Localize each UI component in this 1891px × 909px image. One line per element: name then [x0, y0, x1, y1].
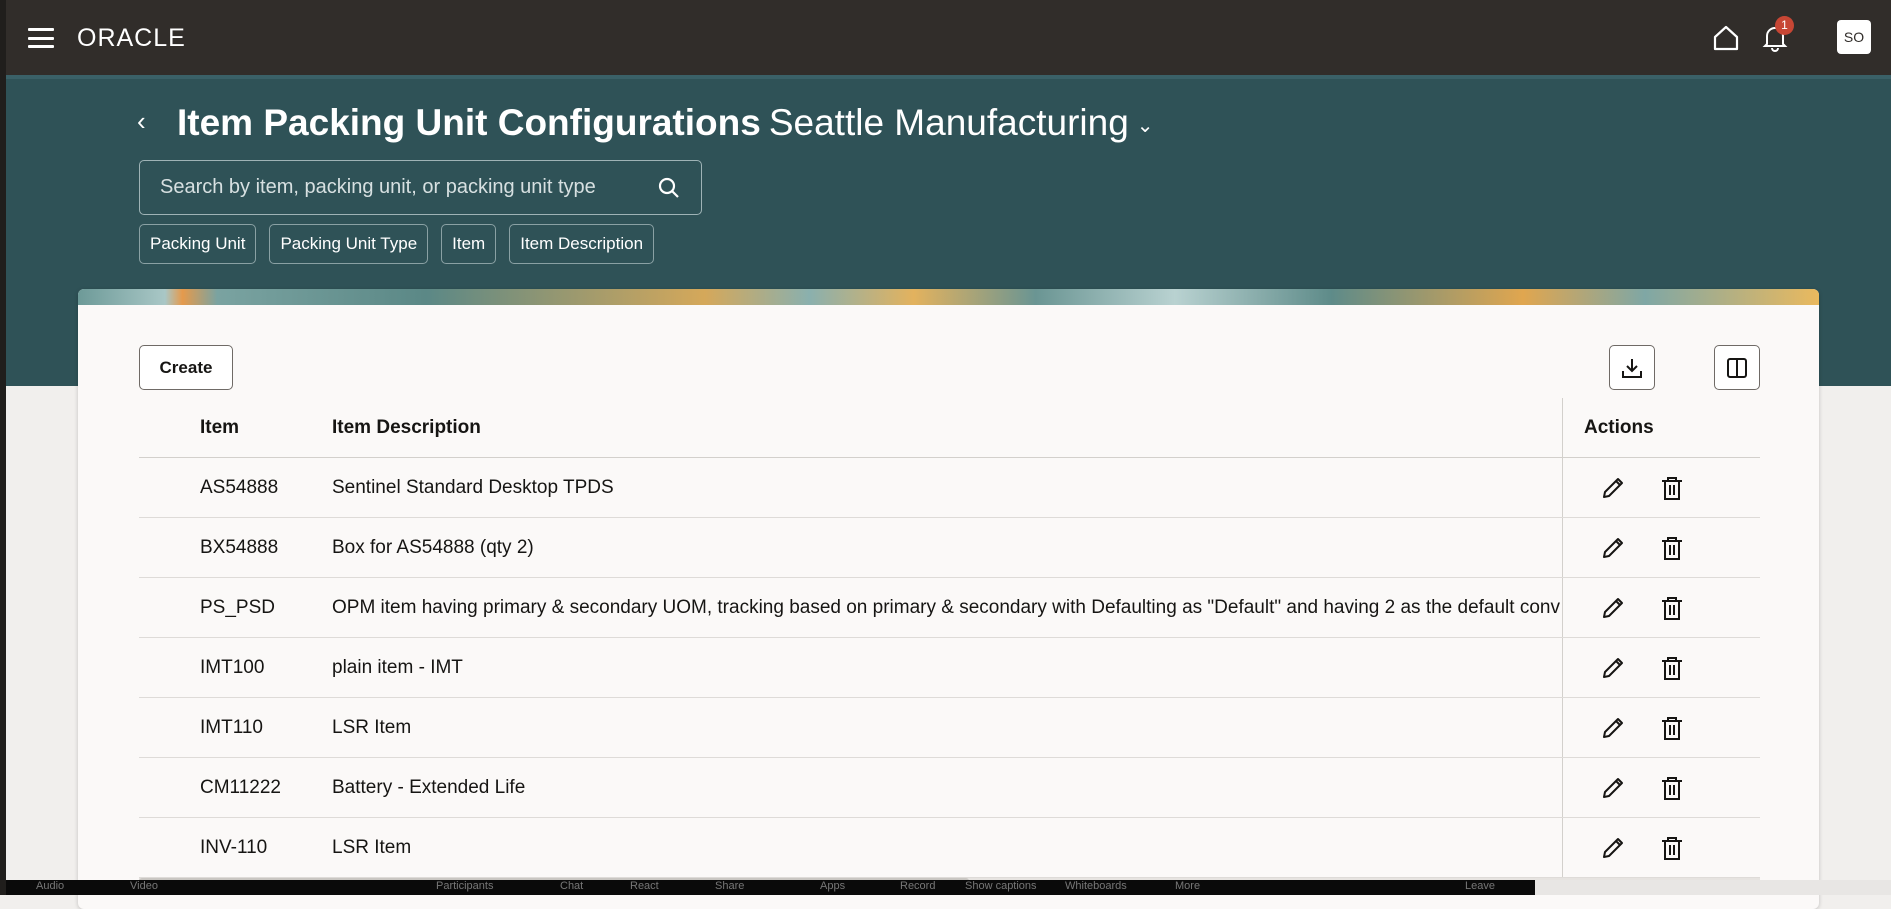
meeting-toolbar: Audio Video Participants Chat React Share Apps… — [0, 880, 1535, 895]
item-cell: PS_PSD — [200, 597, 275, 618]
description-cell: Box for AS54888 (qty 2) — [332, 537, 534, 558]
page-title-text: Item Packing Unit Configurations — [177, 102, 761, 143]
oracle-logo[interactable]: ORACLE — [77, 24, 186, 53]
meeting-toolbar-item[interactable]: React — [630, 880, 659, 892]
meeting-toolbar-item[interactable]: Leave — [1465, 880, 1495, 892]
filter-chip-packing-unit[interactable]: Packing Unit — [139, 224, 257, 264]
columns-icon — [1727, 357, 1747, 378]
table-row[interactable]: CM11222 Battery - Extended Life — [139, 758, 1760, 818]
actions-cell — [1562, 518, 1760, 577]
edit-icon[interactable] — [1599, 834, 1627, 868]
items-table: Item Item Description Actions AS54888 Sen… — [139, 398, 1760, 878]
description-cell: plain item - IMT — [332, 657, 463, 678]
filter-chips: Packing Unit Packing Unit Type Item Item… — [139, 224, 655, 264]
table-row[interactable]: AS54888 Sentinel Standard Desktop TPDS — [139, 458, 1760, 518]
notification-badge: 1 — [1775, 16, 1794, 35]
table-header-row: Item Item Description Actions — [139, 398, 1760, 458]
edit-icon[interactable] — [1599, 534, 1627, 568]
item-cell: CM11222 — [200, 777, 281, 798]
delete-icon[interactable] — [1658, 534, 1686, 568]
window-edge — [0, 0, 6, 895]
menu-icon[interactable] — [28, 28, 54, 48]
item-cell: BX54888 — [200, 537, 279, 558]
meeting-toolbar-item[interactable]: Video — [130, 880, 158, 892]
delete-icon[interactable] — [1658, 594, 1686, 628]
chevron-down-icon[interactable]: ⌄ — [1137, 115, 1154, 137]
meeting-toolbar-item[interactable]: More — [1175, 880, 1200, 892]
item-cell: AS54888 — [200, 477, 279, 498]
edit-icon[interactable] — [1599, 774, 1627, 808]
edit-icon[interactable] — [1599, 654, 1627, 688]
table-row[interactable]: INV-110 LSR Item — [139, 818, 1760, 878]
results-card: Create Item Item Description Actions AS5… — [78, 289, 1819, 909]
column-header-actions: Actions — [1584, 417, 1654, 438]
delete-icon[interactable] — [1658, 774, 1686, 808]
filter-chip-item-description[interactable]: Item Description — [509, 224, 655, 264]
actions-cell — [1562, 758, 1760, 817]
meeting-toolbar-item[interactable]: Audio — [36, 880, 64, 892]
delete-icon[interactable] — [1658, 834, 1686, 868]
back-icon[interactable]: ‹ — [137, 106, 146, 137]
table-row[interactable]: IMT100 plain item - IMT — [139, 638, 1760, 698]
actions-cell — [1562, 458, 1760, 517]
user-avatar[interactable]: SO — [1837, 20, 1871, 54]
table-row[interactable]: BX54888 Box for AS54888 (qty 2) — [139, 518, 1760, 578]
create-button[interactable]: Create — [139, 345, 233, 390]
delete-icon[interactable] — [1658, 474, 1686, 508]
table-row[interactable]: PS_PSD OPM item having primary & secondar… — [139, 578, 1760, 638]
meeting-toolbar-item[interactable]: Whiteboards — [1065, 880, 1127, 892]
global-header: ORACLE 1 SO — [0, 0, 1891, 75]
download-icon — [1622, 358, 1642, 378]
page-title: Item Packing Unit Configurations Seattle … — [177, 102, 1154, 144]
description-cell: Battery - Extended Life — [332, 777, 526, 798]
description-cell: LSR Item — [332, 717, 412, 738]
meeting-toolbar-item[interactable]: Participants — [436, 880, 493, 892]
table-row[interactable]: IMT110 LSR Item — [139, 698, 1760, 758]
column-header-description[interactable]: Item Description — [332, 398, 1560, 458]
description-cell: Sentinel Standard Desktop TPDS — [332, 477, 614, 498]
search-field[interactable] — [139, 160, 702, 215]
filter-chip-packing-unit-type[interactable]: Packing Unit Type — [269, 224, 429, 264]
actions-cell — [1562, 578, 1760, 637]
description-cell: OPM item having primary & secondary UOM,… — [332, 597, 1560, 618]
meeting-toolbar-item[interactable]: Chat — [560, 880, 583, 892]
meeting-toolbar-item[interactable]: Share — [715, 880, 744, 892]
delete-icon[interactable] — [1658, 654, 1686, 688]
description-cell: LSR Item — [332, 837, 412, 858]
item-cell: IMT100 — [200, 657, 265, 678]
actions-cell — [1562, 698, 1760, 757]
meeting-toolbar-item[interactable]: Show captions — [965, 880, 1037, 892]
actions-cell — [1562, 638, 1760, 697]
meeting-toolbar-item[interactable]: Record — [900, 880, 935, 892]
background-area — [1535, 880, 1891, 895]
delete-icon[interactable] — [1658, 714, 1686, 748]
home-icon[interactable] — [1712, 24, 1740, 52]
column-header-item[interactable]: Item — [200, 398, 239, 458]
edit-icon[interactable] — [1599, 714, 1627, 748]
edit-icon[interactable] — [1599, 594, 1627, 628]
filter-chip-item[interactable]: Item — [441, 224, 497, 264]
decorative-banner — [78, 289, 1819, 305]
search-input[interactable] — [160, 176, 657, 199]
context-selector[interactable]: Seattle Manufacturing — [769, 102, 1129, 143]
item-cell: INV-110 — [200, 837, 268, 858]
search-icon[interactable] — [657, 176, 681, 200]
edit-icon[interactable] — [1599, 474, 1627, 508]
actions-cell — [1562, 818, 1760, 877]
export-button[interactable] — [1609, 345, 1655, 390]
meeting-toolbar-item[interactable]: Apps — [820, 880, 845, 892]
item-cell: IMT110 — [200, 717, 264, 738]
column-layout-button[interactable] — [1714, 345, 1760, 390]
